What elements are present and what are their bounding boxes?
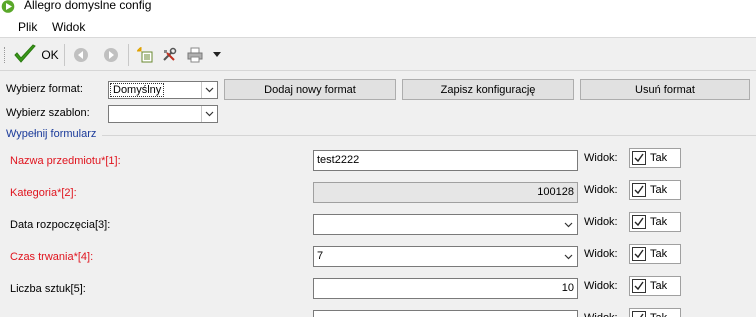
field-input-number[interactable]: 10 <box>313 278 578 299</box>
checkbox-square[interactable] <box>632 183 646 197</box>
save-config-button[interactable]: Zapisz konfigurację <box>402 79 574 100</box>
view-label: Widok: <box>584 248 618 260</box>
field-combo[interactable] <box>313 214 578 235</box>
view-checkbox-label: Tak <box>650 152 668 164</box>
tools-icon <box>163 47 177 61</box>
view-label: Widok: <box>584 312 618 317</box>
template-select[interactable] <box>108 105 218 123</box>
field-input[interactable]: test2222 <box>313 150 578 171</box>
add-format-button[interactable]: Dodaj nowy format <box>224 79 396 100</box>
check-icon <box>634 249 644 259</box>
view-checkbox[interactable]: Tak <box>629 148 681 168</box>
title-bar: Allegro domyslne config <box>0 0 756 14</box>
field-input-readonly: 100128 <box>313 182 578 203</box>
menu-bar: Plik Widok <box>0 14 756 38</box>
checkbox-square[interactable] <box>632 215 646 229</box>
field-label: Data rozpoczęcia[3]: <box>10 219 111 231</box>
view-label: Widok: <box>584 152 618 164</box>
new-document-icon <box>137 47 153 63</box>
toolbar-separator <box>128 44 129 66</box>
forward-arrow-icon <box>104 48 118 62</box>
view-checkbox[interactable]: Tak <box>629 276 681 296</box>
print-button[interactable] <box>186 43 204 67</box>
group-divider <box>102 135 756 136</box>
checkmark-icon <box>14 44 37 63</box>
view-checkbox-label: Tak <box>650 312 667 317</box>
view-checkbox-label: Tak <box>650 184 668 196</box>
check-icon <box>634 153 644 163</box>
checkbox-square[interactable] <box>632 311 646 317</box>
view-label: Widok: <box>584 184 618 196</box>
field-label: Liczba sztuk[5]: <box>10 283 86 295</box>
new-item-button[interactable] <box>136 43 154 67</box>
delete-format-button[interactable]: Usuń format <box>580 79 750 100</box>
field-label: Nazwa przedmiotu*[1]: <box>10 155 121 167</box>
check-icon <box>634 281 644 291</box>
view-checkbox-label: Tak <box>650 248 668 260</box>
ok-button[interactable]: OK <box>12 43 60 67</box>
view-checkbox-label: Tak <box>650 216 668 228</box>
view-checkbox[interactable]: Tak <box>629 308 681 317</box>
template-label: Wybierz szablon: <box>6 107 90 119</box>
format-select[interactable]: Domyślny <box>108 81 218 99</box>
field-input[interactable] <box>313 310 578 317</box>
check-icon <box>634 217 644 227</box>
printer-icon <box>187 47 203 63</box>
view-label: Widok: <box>584 280 618 292</box>
toolbar-grip <box>4 47 6 63</box>
print-dropdown-button[interactable] <box>210 43 224 67</box>
check-icon <box>639 313 644 317</box>
view-checkbox-label: Tak <box>650 280 668 292</box>
forward-button[interactable] <box>102 43 120 67</box>
back-button[interactable] <box>72 43 90 67</box>
menu-widok[interactable]: Widok <box>52 20 85 34</box>
check-icon <box>634 185 644 195</box>
view-checkbox[interactable]: Tak <box>629 180 681 200</box>
view-label: Widok: <box>584 216 618 228</box>
checkbox-square[interactable] <box>632 279 646 293</box>
view-checkbox[interactable]: Tak <box>629 244 681 264</box>
back-arrow-icon <box>74 48 88 62</box>
form-group-label: Wypełnij formularz <box>6 128 97 140</box>
ok-label: OK <box>41 48 59 62</box>
dropdown-arrow-icon <box>213 52 221 57</box>
checkbox-square[interactable] <box>632 151 646 165</box>
menu-plik[interactable]: Plik <box>18 20 37 34</box>
field-label: Czas trwania*[4]: <box>10 251 94 263</box>
field-combo-value: 7 <box>317 250 324 262</box>
chevron-down-icon <box>560 247 577 266</box>
view-checkbox[interactable]: Tak <box>629 212 681 232</box>
toolbar-separator <box>64 44 65 66</box>
field-combo[interactable]: 7 <box>313 246 578 267</box>
app-icon <box>1 0 15 13</box>
field-label: Kategoria*[2]: <box>10 187 77 199</box>
format-value: Domyślny <box>110 83 165 97</box>
checkbox-square[interactable] <box>632 247 646 261</box>
format-label: Wybierz format: <box>6 83 83 95</box>
chevron-down-icon <box>201 106 217 122</box>
chevron-down-icon <box>560 215 577 234</box>
tools-button[interactable] <box>160 43 178 67</box>
window-title: Allegro domyslne config <box>24 0 152 12</box>
toolbar: OK <box>0 39 756 71</box>
chevron-down-icon <box>201 82 217 98</box>
